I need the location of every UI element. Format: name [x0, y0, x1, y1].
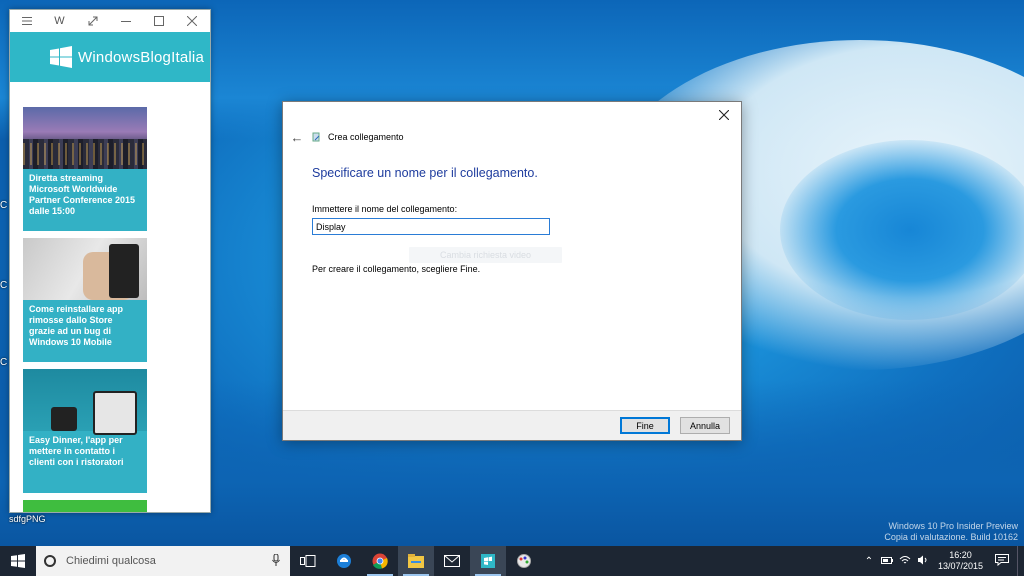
wizard-navigation: ← Crea collegamento	[288, 129, 404, 145]
desktop-icon-fragment: C	[0, 357, 8, 368]
action-center-icon[interactable]	[995, 553, 1011, 569]
article-title: Easy Dinner, l'app per mettere in contat…	[29, 435, 124, 467]
cancel-button[interactable]: Annulla	[680, 417, 730, 434]
windowsblogitalia-app-window[interactable]: W WindowsBlogItalia Diretta streaming Mi…	[9, 9, 211, 513]
article-thumbnail	[23, 238, 147, 300]
microphone-icon[interactable]	[266, 553, 286, 569]
volume-icon[interactable]	[915, 555, 931, 568]
windows-logo-icon	[50, 46, 73, 68]
watermark-line: Windows 10 Pro Insider Preview	[888, 521, 1018, 531]
start-button[interactable]	[0, 546, 36, 576]
close-button[interactable]	[175, 10, 208, 32]
mail-icon[interactable]	[434, 546, 470, 576]
system-tray: ⌃ 16:20 13/07/2015	[860, 546, 1024, 576]
show-desktop-button[interactable]	[1017, 546, 1024, 576]
desktop-icon-fragment: C	[0, 280, 8, 291]
article-thumbnail	[23, 369, 147, 435]
watermark-line: Copia di valutazione. Build 10162	[884, 532, 1018, 542]
instruction-text: Per creare il collegamento, scegliere Fi…	[312, 264, 481, 274]
maximize-button[interactable]	[142, 10, 175, 32]
close-button[interactable]	[713, 105, 735, 125]
create-shortcut-dialog: ← Crea collegamento Specificare un nome …	[282, 101, 742, 441]
shortcut-name-input[interactable]	[312, 218, 550, 235]
search-placeholder: Chiedimi qualcosa	[66, 555, 156, 567]
desktop-icon-fragment: C	[0, 200, 8, 211]
article-list: Diretta streaming Microsoft Worldwide Pa…	[23, 107, 147, 512]
article-card[interactable]: Come reinstallare app rimosse dallo Stor…	[23, 238, 147, 362]
desktop-icon-label[interactable]: sdfgPNG	[9, 514, 46, 524]
taskbar: Chiedimi qualcosa ⌃ 16:20 13/07/2015	[0, 546, 1024, 576]
article-card[interactable]: Diretta streaming Microsoft Worldwide Pa…	[23, 107, 147, 231]
article-title: Come reinstallare app rimosse dallo Stor…	[29, 304, 124, 347]
clock-date: 13/07/2015	[937, 561, 983, 571]
app-brand: WindowsBlogItalia	[78, 48, 204, 66]
back-arrow-icon[interactable]: ←	[288, 129, 306, 145]
paint-icon[interactable]	[506, 546, 542, 576]
task-view-icon[interactable]	[290, 546, 326, 576]
app-titlebar[interactable]: W	[10, 10, 210, 32]
edge-icon[interactable]	[326, 546, 362, 576]
app-title-icon: W	[54, 15, 65, 27]
search-box[interactable]: Chiedimi qualcosa	[36, 546, 290, 576]
dialog-heading: Specificare un nome per il collegamento.	[312, 166, 538, 180]
article-thumbnail	[23, 107, 147, 169]
shortcut-name-label: Immettere il nome del collegamento:	[312, 204, 458, 214]
wifi-icon[interactable]	[897, 555, 913, 568]
battery-icon[interactable]	[879, 556, 895, 567]
hamburger-menu-icon[interactable]	[10, 10, 43, 32]
chevron-up-icon[interactable]: ⌃	[861, 556, 877, 567]
shortcut-wizard-icon	[312, 131, 322, 143]
windows-logo-icon	[11, 554, 25, 568]
windowsblogitalia-app-icon[interactable]	[470, 546, 506, 576]
finish-button[interactable]: Fine	[620, 417, 670, 434]
fullscreen-icon[interactable]	[76, 10, 109, 32]
hidden-ghost-button: Cambia richiesta video	[409, 247, 562, 263]
clock[interactable]: 16:20 13/07/2015	[938, 550, 983, 572]
build-watermark: Windows 10 Pro Insider Preview Copia di …	[884, 521, 1018, 543]
minimize-button[interactable]	[109, 10, 142, 32]
article-title: Diretta streaming Microsoft Worldwide Pa…	[29, 173, 136, 216]
wizard-title: Crea collegamento	[328, 132, 404, 142]
chrome-icon[interactable]	[362, 546, 398, 576]
app-header: WindowsBlogItalia	[10, 32, 210, 82]
file-explorer-icon[interactable]	[398, 546, 434, 576]
article-card-partial[interactable]	[23, 500, 147, 512]
clock-time: 16:20	[949, 550, 972, 560]
article-card[interactable]: Easy Dinner, l'app per mettere in contat…	[23, 369, 147, 493]
cortana-icon	[44, 555, 56, 567]
dialog-footer: Fine Annulla	[283, 410, 741, 440]
